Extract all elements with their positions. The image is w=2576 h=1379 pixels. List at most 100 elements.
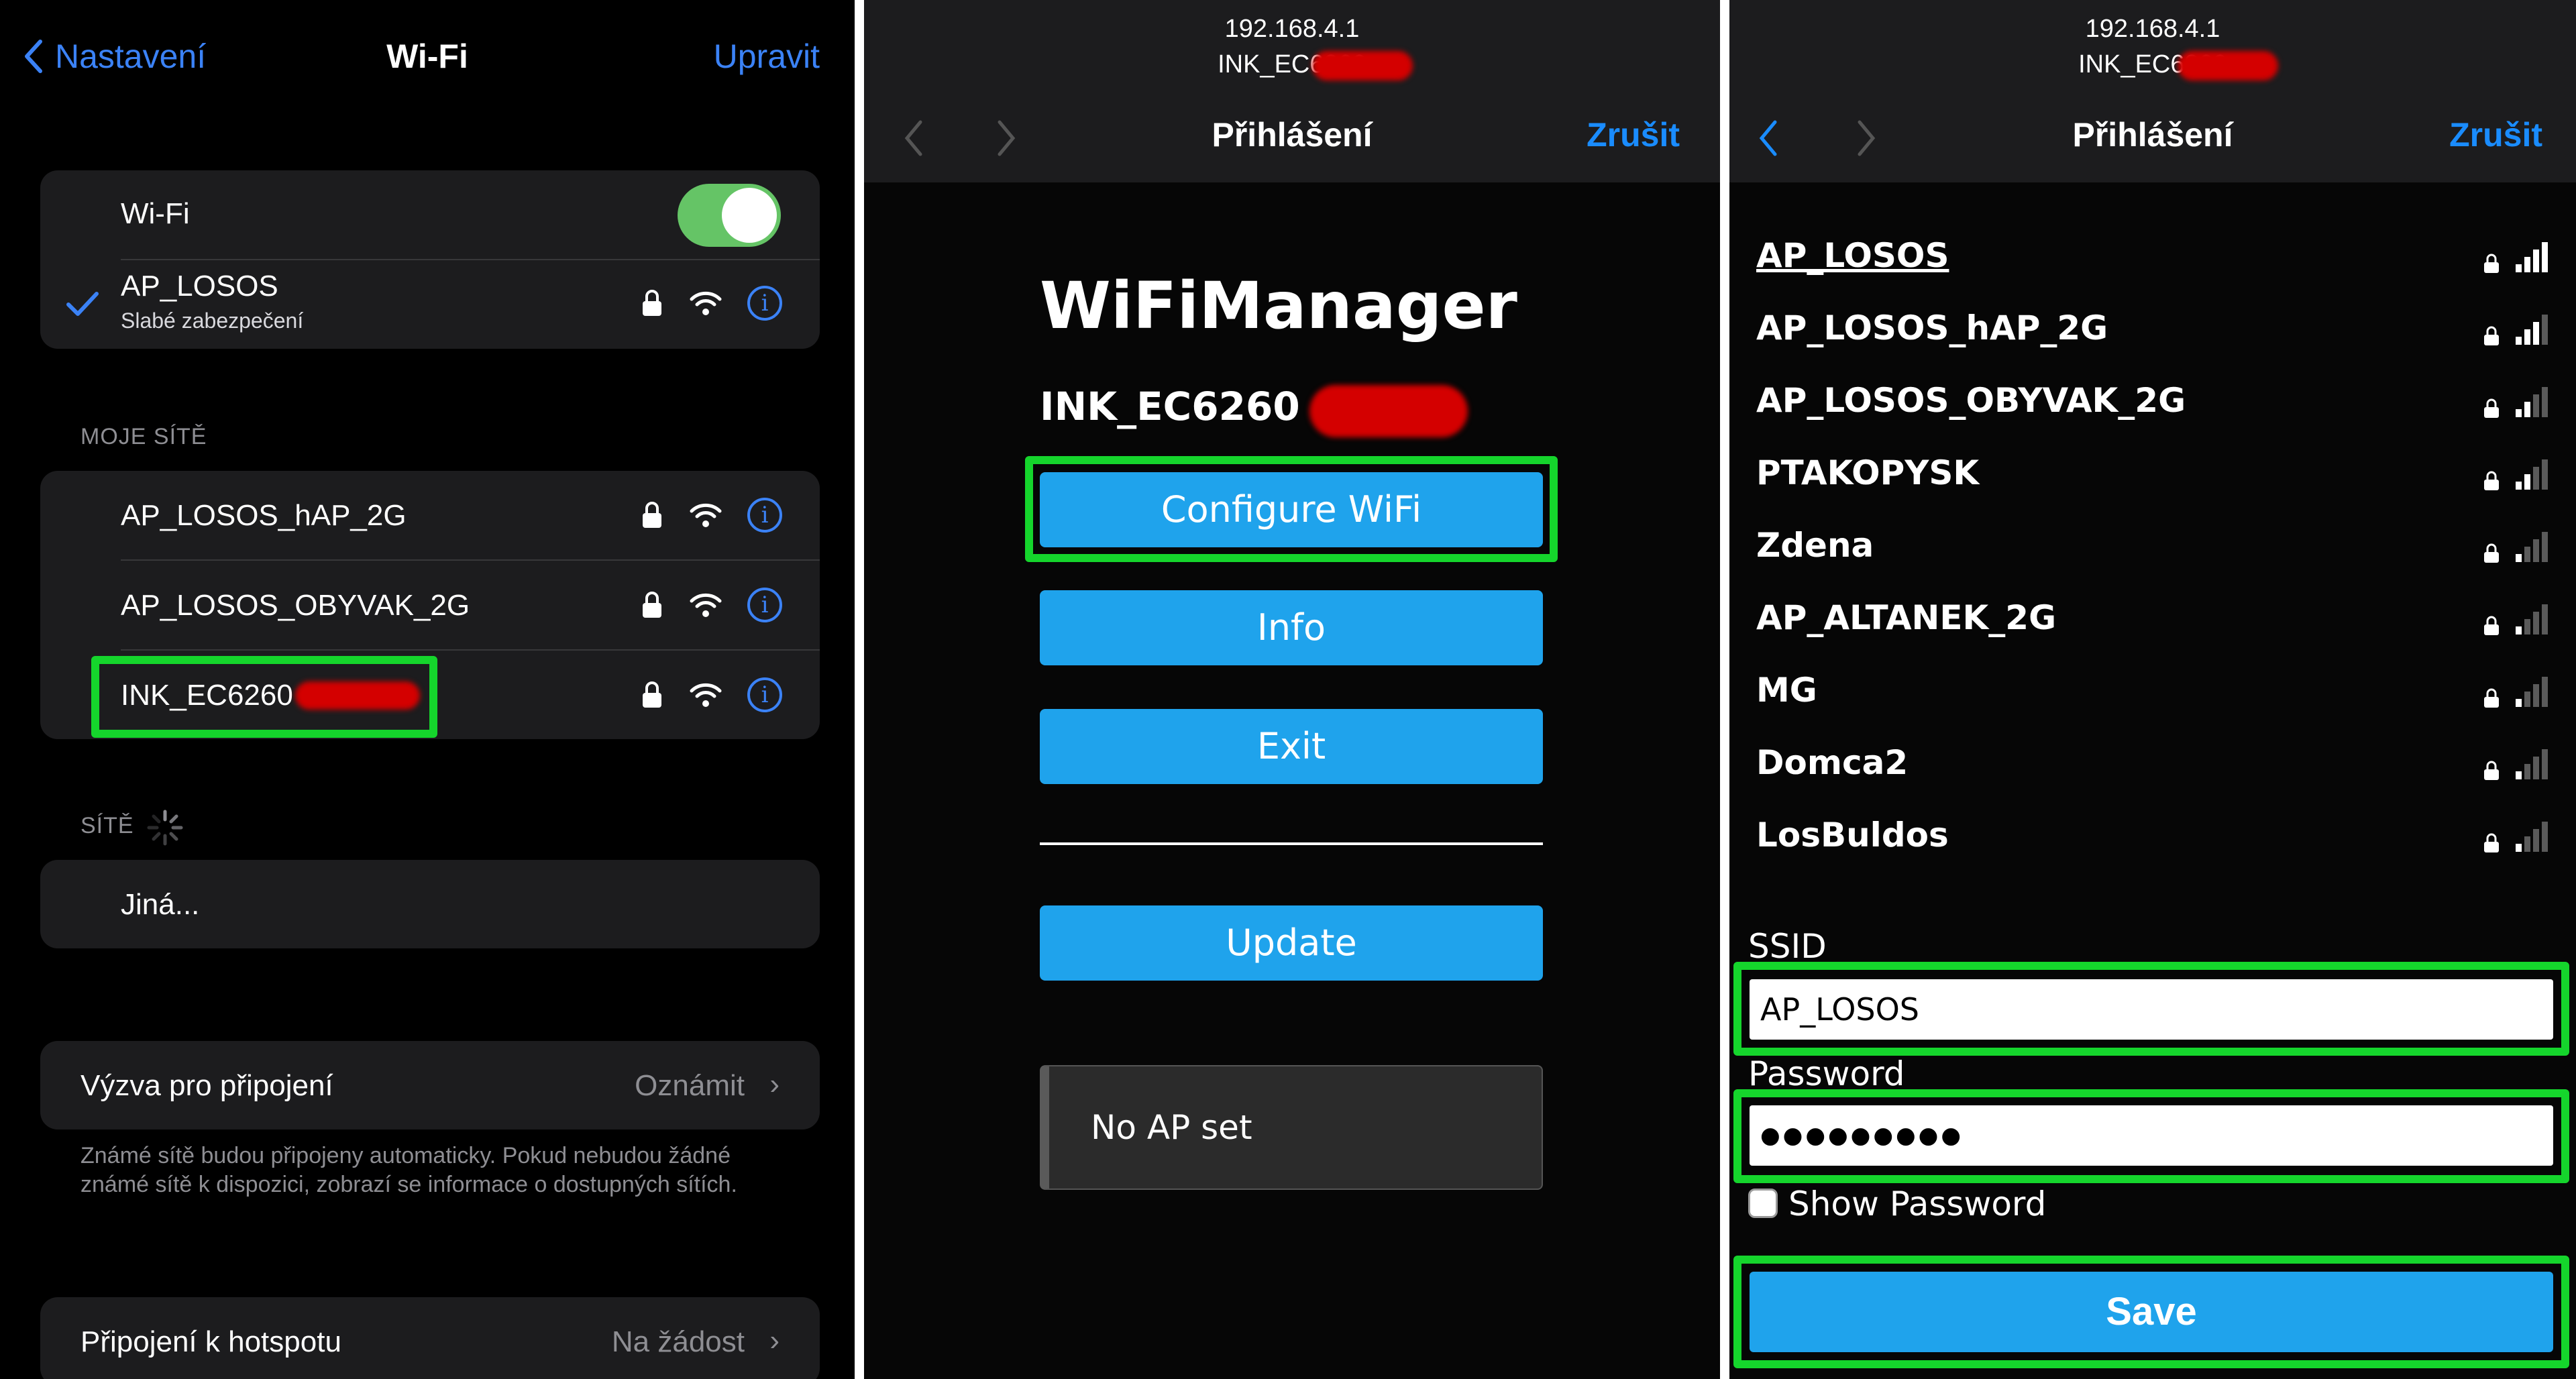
signal-strength-icon <box>2516 315 2548 345</box>
info-button[interactable]: Info <box>1040 590 1543 665</box>
info-icon[interactable]: i <box>747 498 782 533</box>
wifi-signal-icon <box>690 291 722 315</box>
network-list-item[interactable]: Domca2 <box>1756 735 2549 797</box>
ask-join-row[interactable]: Výzva pro připojení Oznámit › <box>40 1041 820 1129</box>
show-password-checkbox[interactable] <box>1748 1189 1778 1218</box>
info-icon[interactable]: i <box>747 588 782 622</box>
chevron-right-icon: › <box>769 1068 780 1101</box>
network-status-icons <box>2483 676 2549 708</box>
signal-bar <box>2516 554 2522 562</box>
network-row[interactable]: AP_LOSOS_OBYVAK_2G i <box>40 561 820 649</box>
hotspot-row[interactable]: Připojení k hotspotu Na žádost › <box>40 1297 820 1379</box>
checkmark-icon <box>66 292 99 316</box>
wifi-toggle[interactable] <box>678 184 781 247</box>
signal-strength-icon <box>2516 749 2548 779</box>
signal-strength-icon <box>2516 604 2548 635</box>
signal-bar <box>2516 482 2522 490</box>
signal-bar <box>2524 257 2530 272</box>
signal-bar <box>2516 699 2522 707</box>
signal-strength-icon <box>2516 532 2548 562</box>
cancel-button[interactable]: Zrušit <box>2449 115 2542 154</box>
other-network-button[interactable]: Jiná... <box>121 888 199 922</box>
network-status-icons <box>2483 531 2549 563</box>
signal-bar <box>2524 619 2530 635</box>
wifi-signal-icon <box>690 503 722 527</box>
ask-join-value: Oznámit <box>635 1069 745 1102</box>
network-name: AP_LOSOS_hAP_2G <box>121 499 407 532</box>
connected-network-security: Slabé zabezpečení <box>121 309 304 333</box>
network-name: MG <box>1756 671 1817 710</box>
network-name: AP_LOSOS_OBYVAK_2G <box>1756 381 2186 420</box>
signal-bar <box>2542 677 2548 707</box>
signal-bar <box>2533 394 2539 417</box>
portal-ssid: INK_EC6260 <box>2078 50 2227 78</box>
wifi-group: Wi-Fi AP_LOSOS Slabé zabezpečení i <box>40 170 820 349</box>
show-password-label: Show Password <box>1788 1184 2047 1223</box>
network-row[interactable]: AP_LOSOS_hAP_2G i <box>40 471 820 559</box>
network-status-icons <box>2483 459 2549 491</box>
panel-separator <box>1720 0 1729 1379</box>
signal-strength-icon <box>2516 459 2548 490</box>
signal-bar <box>2542 242 2548 272</box>
exit-button[interactable]: Exit <box>1040 709 1543 784</box>
network-list-item[interactable]: AP_ALTANEK_2G <box>1756 590 2549 652</box>
wifimanager-config-panel: 192.168.4.1 INK_EC6260 Přihlášení Zrušit… <box>1729 0 2576 1379</box>
lock-icon <box>2484 326 2499 345</box>
status-message: No AP set <box>1091 1108 1252 1147</box>
network-list-item[interactable]: PTAKOPYSK <box>1756 445 2549 507</box>
captive-portal-header: 192.168.4.1 INK_EC6260 Přihlášení Zrušit <box>864 0 1720 182</box>
network-list-item[interactable]: AP_LOSOS <box>1756 228 2549 290</box>
network-name: LosBuldos <box>1756 816 1949 854</box>
ask-join-label: Výzva pro připojení <box>80 1069 333 1102</box>
signal-bar <box>2516 626 2522 635</box>
connected-network-row[interactable]: AP_LOSOS Slabé zabezpečení i <box>40 260 820 349</box>
network-status-icons <box>2483 604 2549 636</box>
network-status-icons <box>2483 241 2549 274</box>
wifi-signal-icon <box>690 683 722 707</box>
info-icon[interactable]: i <box>747 286 782 321</box>
info-icon[interactable]: i <box>747 677 782 712</box>
network-list-item[interactable]: AP_LOSOS_hAP_2G <box>1756 300 2549 362</box>
other-network-group: Jiná... <box>40 860 820 948</box>
network-list-item[interactable]: AP_LOSOS_OBYVAK_2G <box>1756 373 2549 435</box>
lock-icon <box>2484 543 2499 563</box>
connected-network-name: AP_LOSOS <box>121 270 278 302</box>
ask-join-note: Známé sítě budou připojeny automaticky. … <box>80 1143 737 1197</box>
lock-icon <box>2484 833 2499 852</box>
network-list-item[interactable]: LosBuldos <box>1756 808 2549 869</box>
cancel-button[interactable]: Zrušit <box>1587 115 1680 154</box>
signal-bar <box>2542 604 2548 635</box>
wifi-label: Wi-Fi <box>121 197 190 230</box>
signal-bar <box>2516 844 2522 852</box>
signal-bar <box>2516 264 2522 272</box>
redaction-mark <box>2178 51 2278 80</box>
signal-strength-icon <box>2516 242 2548 272</box>
lock-icon <box>2484 761 2499 780</box>
wifi-toggle-row: Wi-Fi <box>40 170 820 259</box>
portal-ip: 192.168.4.1 <box>1224 15 1360 43</box>
signal-bar <box>2524 402 2530 417</box>
network-status-icons <box>2483 821 2549 853</box>
signal-bar <box>2533 684 2539 707</box>
signal-bar <box>2542 822 2548 852</box>
network-name: AP_LOSOS <box>1756 236 1949 275</box>
edit-button[interactable]: Upravit <box>714 32 820 80</box>
signal-bar <box>2524 329 2530 345</box>
panel-separator <box>855 0 864 1379</box>
lock-icon <box>2484 688 2499 708</box>
network-list-item[interactable]: Zdena <box>1756 518 2549 580</box>
signal-bar <box>2542 749 2548 779</box>
signal-bar <box>2524 547 2530 562</box>
highlight-box <box>91 656 437 738</box>
network-list-item[interactable]: MG <box>1756 663 2549 724</box>
ssid-label: SSID <box>1748 927 1827 966</box>
network-name: AP_LOSOS_OBYVAK_2G <box>121 589 470 622</box>
my-networks-header: MOJE SÍTĚ <box>80 424 207 449</box>
update-button[interactable]: Update <box>1040 905 1543 981</box>
signal-bar <box>2533 250 2539 272</box>
lock-icon <box>643 681 661 708</box>
status-message-box: No AP set <box>1040 1065 1543 1190</box>
network-status-icons <box>2483 386 2549 419</box>
highlight-box <box>1733 962 2569 1056</box>
captive-portal-header: 192.168.4.1 INK_EC6260 Přihlášení Zrušit <box>1729 0 2576 182</box>
